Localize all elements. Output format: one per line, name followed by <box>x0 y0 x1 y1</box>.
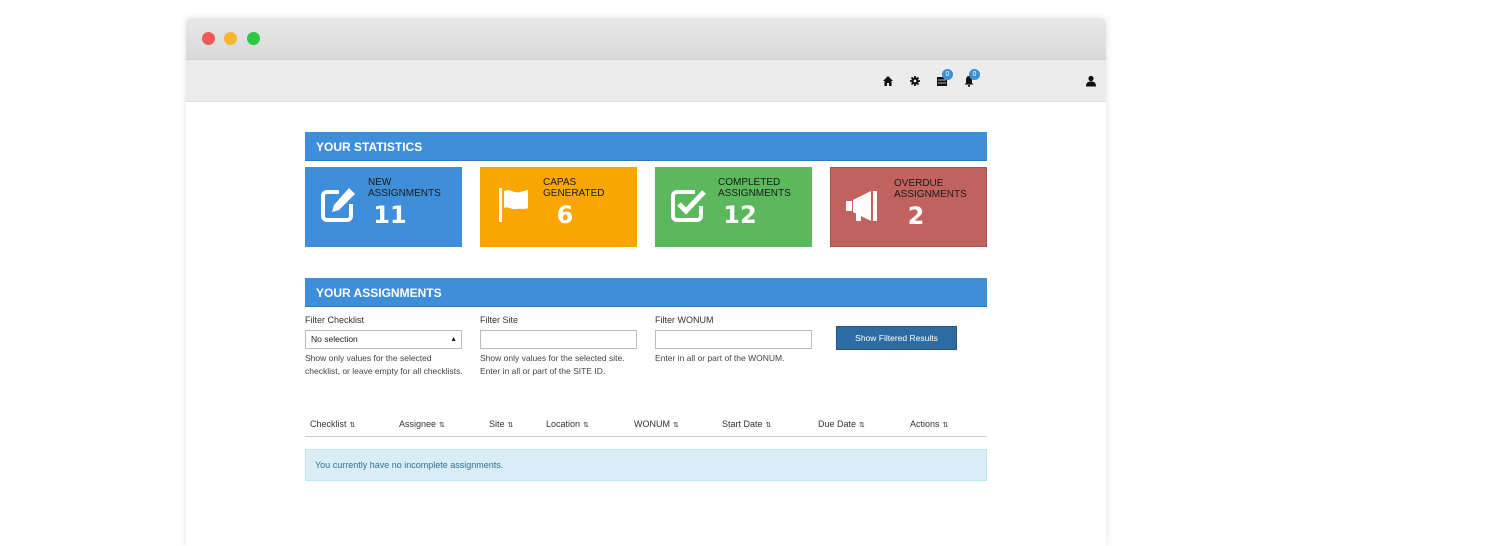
edit-icon <box>321 188 355 222</box>
filter-wonum-input[interactable] <box>655 330 812 349</box>
sort-icon: ⇅ <box>765 422 772 429</box>
empty-assignments-notice: You currently have no incomplete assignm… <box>305 449 987 481</box>
statistics-header: YOUR STATISTICS <box>305 132 987 161</box>
flag-icon <box>499 188 528 222</box>
sort-icon: ⇅ <box>673 422 679 429</box>
maximize-window-button[interactable] <box>247 32 260 45</box>
checkbox-icon <box>671 190 706 222</box>
user-icon[interactable] <box>1085 75 1097 87</box>
sort-icon: ⇅ <box>507 422 514 429</box>
filter-wonum-help: Enter in all or part of the WONUM. <box>655 353 785 363</box>
column-header-actions[interactable]: Actions ⇅ <box>910 419 948 429</box>
sort-icon: ⇅ <box>349 422 356 429</box>
filter-site-help: Show only values for the selected site. … <box>480 353 625 376</box>
sort-icon: ⇅ <box>859 422 865 429</box>
completed-assignments-tile[interactable]: COMPLETED ASSIGNMENTS 12 <box>655 167 812 247</box>
filter-wonum-label: Filter WONUM <box>655 315 714 325</box>
minimize-window-button[interactable] <box>224 32 237 45</box>
filter-site-label: Filter Site <box>480 315 519 325</box>
window-titlebar <box>186 18 1106 60</box>
overdue-assignments-tile[interactable]: OVERDUE ASSIGNMENTS 2 <box>830 167 987 247</box>
tile-label: COMPLETED ASSIGNMENTS <box>718 177 791 199</box>
tile-value: 6 <box>556 201 574 229</box>
bell-icon[interactable]: 0 <box>963 69 980 87</box>
sort-icon: ⇅ <box>942 422 949 429</box>
new-assignments-tile[interactable]: NEW ASSIGNMENTS 11 <box>305 167 462 247</box>
filter-site-input[interactable] <box>480 330 637 349</box>
capas-generated-tile[interactable]: CAPAS GENERATED 6 <box>480 167 637 247</box>
close-window-button[interactable] <box>202 32 215 45</box>
column-header-wonum[interactable]: WONUM ⇅ <box>634 419 679 429</box>
tile-value: 2 <box>907 202 925 230</box>
tile-value: 11 <box>373 201 407 229</box>
filter-checklist-label: Filter Checklist <box>305 315 365 325</box>
top-navbar: 0 0 <box>186 60 1106 102</box>
column-header-start-date[interactable]: Start Date ⇅ <box>722 419 771 429</box>
tile-label: NEW ASSIGNMENTS <box>368 177 441 199</box>
column-header-checklist[interactable]: Checklist ⇅ <box>310 419 355 429</box>
tile-value: 12 <box>723 201 757 229</box>
select-arrows-icon: ▲︎ <box>450 336 457 343</box>
column-header-assignee[interactable]: Assignee ⇅ <box>399 419 445 429</box>
sort-icon: ⇅ <box>439 422 445 429</box>
column-header-location[interactable]: Location ⇅ <box>546 419 589 429</box>
notifications-badge: 0 <box>969 69 980 80</box>
assignments-header: YOUR ASSIGNMENTS <box>305 278 987 307</box>
table-header-divider <box>305 436 987 437</box>
filter-checklist-select[interactable]: No selection ▲︎ <box>305 330 462 349</box>
tile-label: CAPAS GENERATED <box>543 177 605 199</box>
filter-checklist-help: Show only values for the selected checkl… <box>305 353 463 376</box>
filter-checklist-value: No selection <box>311 334 358 344</box>
inbox-icon[interactable]: 0 <box>936 69 953 87</box>
column-header-site[interactable]: Site ⇅ <box>489 419 513 429</box>
column-header-due-date[interactable]: Due Date ⇅ <box>818 419 865 429</box>
home-icon[interactable] <box>882 75 894 87</box>
gear-icon[interactable] <box>909 75 921 87</box>
sort-icon: ⇅ <box>583 422 589 429</box>
messages-badge: 0 <box>942 69 953 80</box>
tile-label: OVERDUE ASSIGNMENTS <box>894 178 967 200</box>
show-filtered-results-button[interactable]: Show Filtered Results <box>836 326 957 350</box>
browser-window: 0 0 YOUR STATISTICS NEW ASSIGNMENTS 11 C… <box>186 18 1106 546</box>
megaphone-icon <box>846 191 877 221</box>
